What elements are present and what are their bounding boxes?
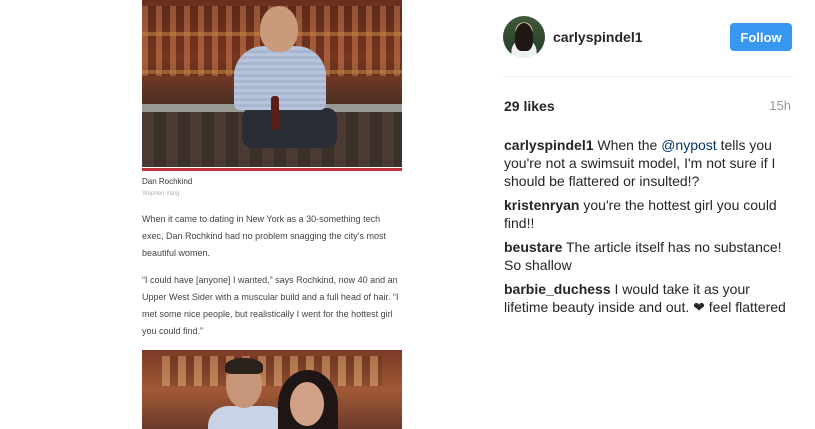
article-divider [142, 168, 402, 171]
article-paragraph-2: “I could have [anyone] I wanted,” says R… [142, 275, 399, 336]
avatar[interactable] [503, 16, 545, 58]
list-item-comment: kristenryan you're the hottest girl you … [504, 196, 792, 232]
comment-text: feel flattered [708, 299, 786, 315]
likes-count[interactable]: 29 likes [504, 98, 555, 114]
follow-button[interactable]: Follow [730, 23, 792, 51]
comments-list: carlyspindel1 When the @nypost tells you… [504, 136, 792, 322]
comment-username[interactable]: barbie_duchess [504, 281, 611, 297]
comment-username[interactable]: carlyspindel1 [504, 137, 594, 153]
list-item-comment: beustare The article itself has no subst… [504, 238, 792, 274]
comment-text: When the [597, 137, 658, 153]
list-item-comment: barbie_duchess I would take it as your l… [504, 280, 792, 316]
article-photo-man-at-bar [142, 0, 402, 167]
photo-credit: Stephen Yang [142, 191, 180, 197]
comment-username[interactable]: kristenryan [504, 197, 579, 213]
post-image[interactable]: Dan Rochkind Stephen Yang When it came t… [0, 0, 485, 429]
caption-comment: carlyspindel1 When the @nypost tells you… [504, 136, 792, 190]
mention-link[interactable]: @nypost [661, 137, 716, 153]
article-paragraph-1: When it came to dating in New York as a … [142, 214, 386, 258]
article-photo-couple [142, 350, 402, 429]
post-timestamp[interactable]: 15h [769, 98, 791, 113]
comment-username[interactable]: beustare [504, 239, 562, 255]
post-author-username[interactable]: carlyspindel1 [553, 29, 643, 45]
heart-icon: ❤ [693, 299, 705, 315]
post-panel: carlyspindel1 Follow 29 likes 15h carlys… [503, 0, 793, 429]
photo-caption-name: Dan Rochkind [142, 177, 193, 186]
header-divider [503, 76, 793, 77]
